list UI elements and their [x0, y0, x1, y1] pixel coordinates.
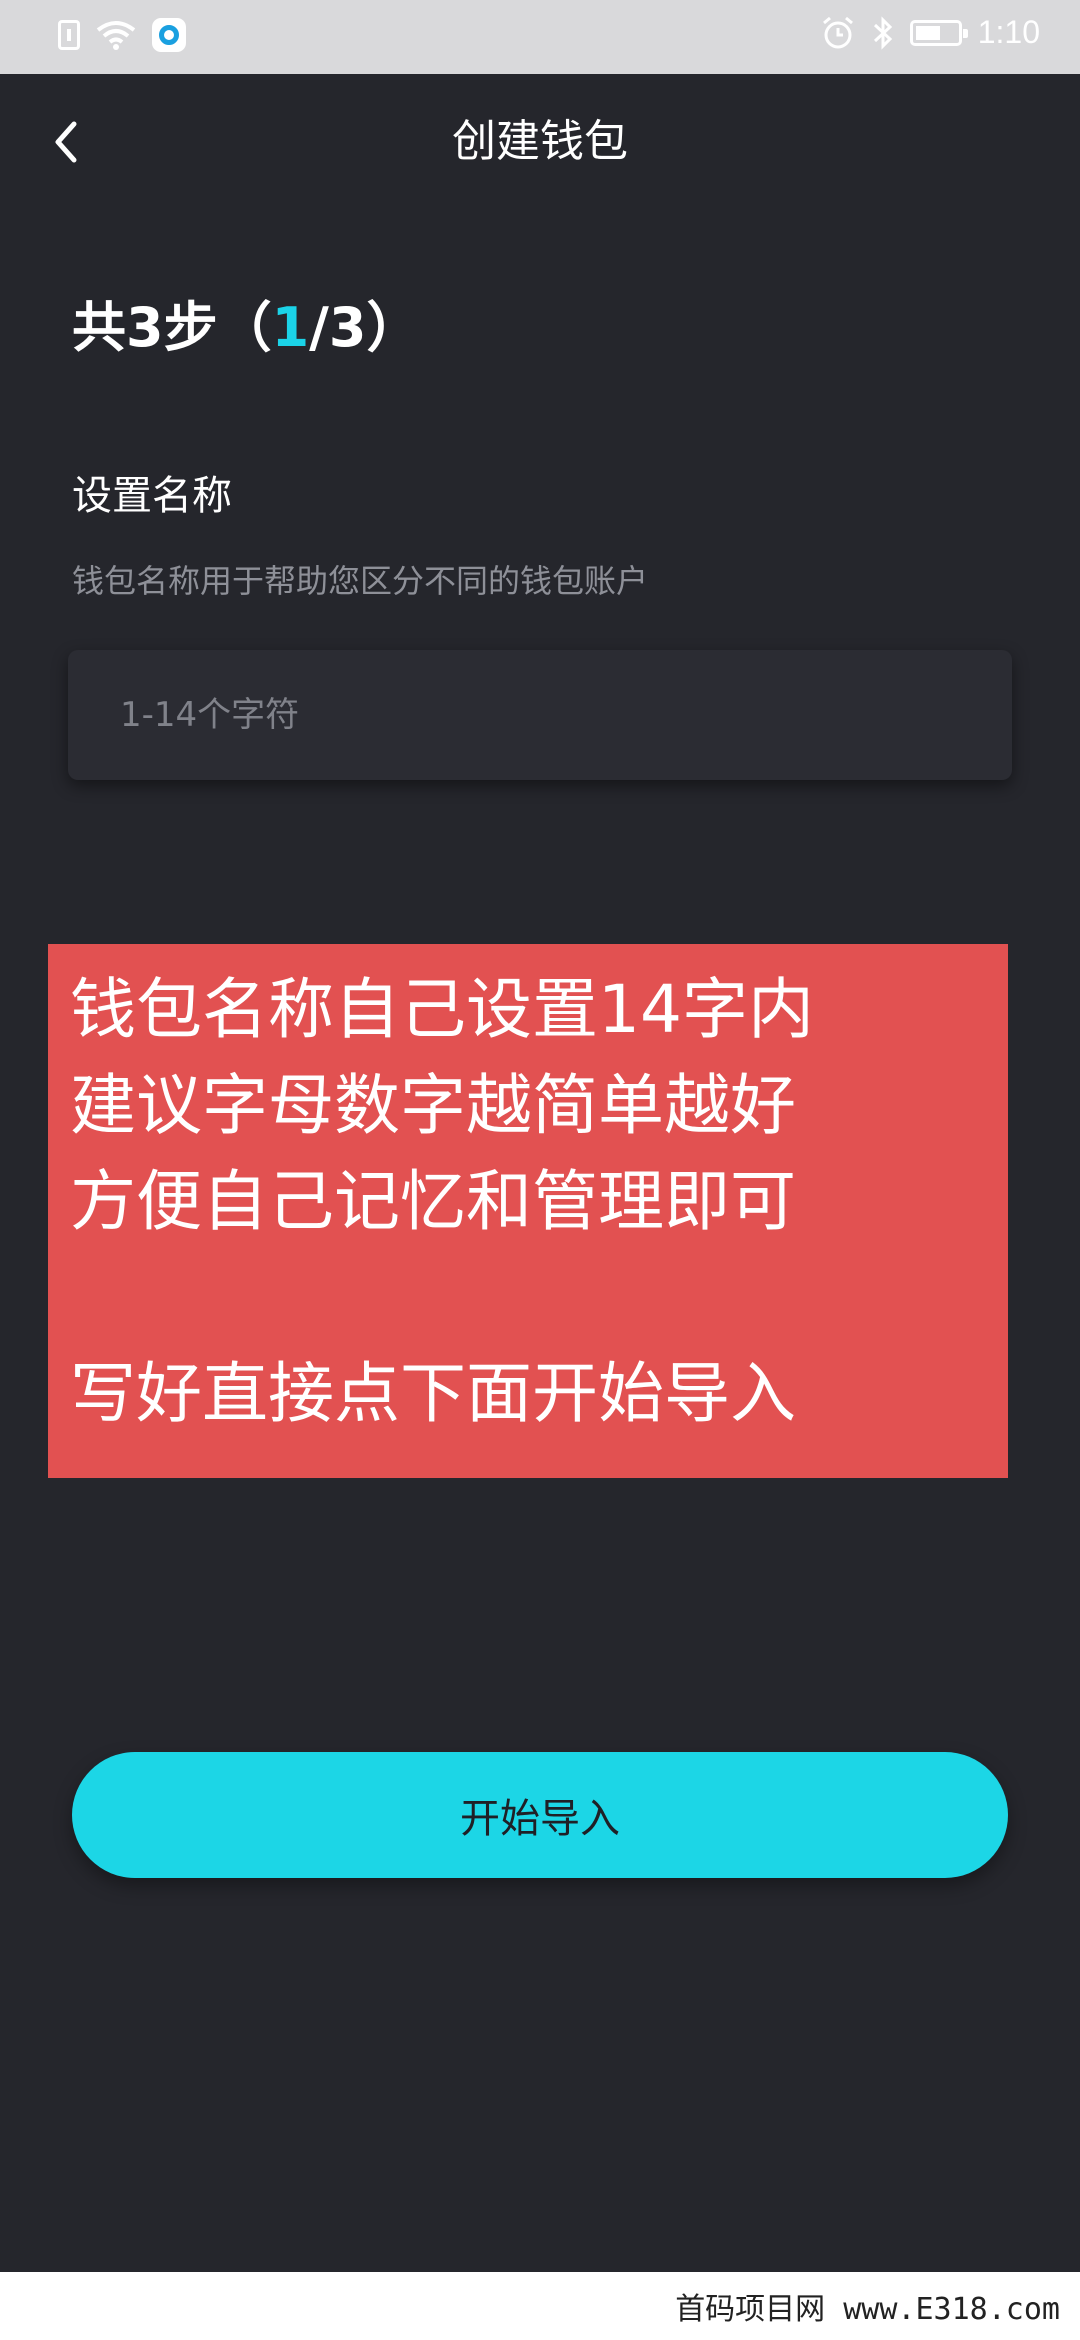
annotation-line: 建议字母数字越简单越好 — [70, 1067, 796, 1144]
step-current: 1 — [271, 296, 310, 359]
sim-icon — [58, 20, 80, 50]
watermark-text: 首码项目网 www.E318.com — [675, 2292, 1060, 2327]
annotation-line: 写好直接点下面开始导入 — [70, 1355, 796, 1432]
create-wallet-screen: 1:10 创建钱包 共3步（1/3） 设置名称 钱包名称用于帮助您区分不同的钱包… — [0, 0, 1080, 2340]
annotation-line: 钱包名称自己设置14字内 — [70, 971, 814, 1048]
wifi-icon — [96, 21, 136, 50]
wallet-name-label: 设置名称 — [72, 473, 232, 519]
step-prefix: 共3步（ — [72, 296, 272, 359]
watermark-strip: 首码项目网 www.E318.com — [0, 2272, 1080, 2340]
page-title: 创建钱包 — [452, 116, 628, 167]
annotation-line: 方便自己记忆和管理即可 — [70, 1163, 796, 1240]
wallet-name-hint: 钱包名称用于帮助您区分不同的钱包账户 — [72, 562, 649, 600]
step-suffix: /3） — [309, 296, 421, 359]
status-left-icons — [58, 18, 186, 52]
battery-icon — [909, 19, 968, 46]
start-import-button[interactable]: 开始导入 — [72, 1752, 1008, 1878]
app-notification-icon — [152, 18, 186, 52]
alarm-icon — [822, 16, 853, 48]
annotation-overlay: 钱包名称自己设置14字内 建议字母数字越简单越好 方便自己记忆和管理即可 写好直… — [48, 944, 1008, 1478]
step-indicator: 共3步（1/3） — [72, 292, 420, 364]
status-bar: 1:10 — [0, 0, 1080, 74]
status-time: 1:10 — [977, 14, 1040, 50]
bluetooth-icon — [873, 15, 892, 50]
annotation-line — [70, 1250, 1008, 1346]
status-right-icons: 1:10 — [820, 14, 1040, 51]
wallet-name-input[interactable] — [68, 650, 1012, 780]
